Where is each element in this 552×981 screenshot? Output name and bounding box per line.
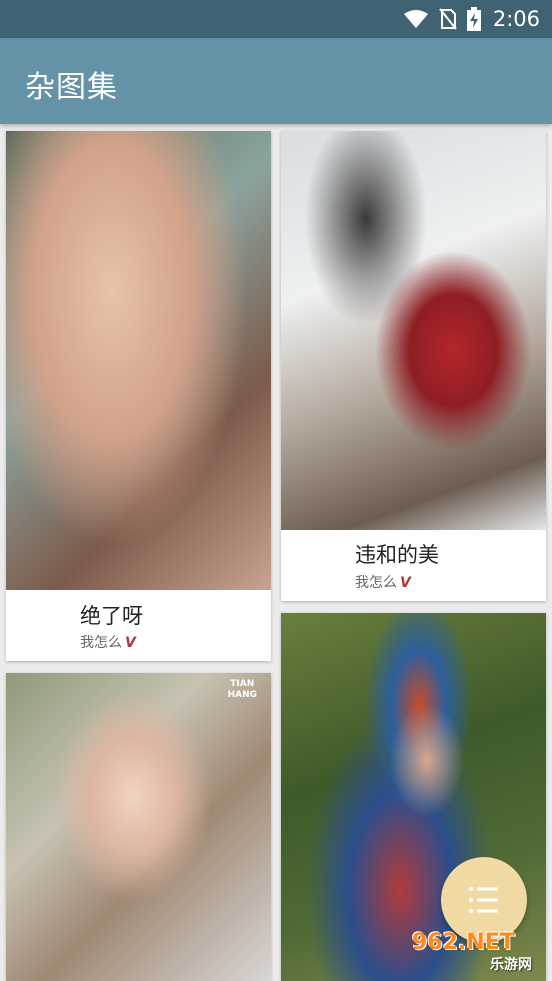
- app-bar: 杂图集: [0, 38, 552, 124]
- status-bar: 2:06: [0, 0, 552, 38]
- card-title: 绝了呀: [80, 604, 143, 628]
- card-author: 我怎么 V: [355, 572, 411, 592]
- page-title: 杂图集: [25, 70, 118, 105]
- feed-card[interactable]: TIAN HANG: [6, 673, 271, 981]
- card-photo[interactable]: TIAN HANG: [6, 673, 271, 981]
- wifi-icon: [403, 10, 428, 28]
- verified-icon: V: [400, 575, 411, 591]
- status-time: 2:06: [492, 7, 540, 31]
- status-icons: 2:06: [403, 6, 540, 32]
- card-author: 我怎么 V: [80, 632, 136, 652]
- site-logo-main: 962.NET: [412, 930, 515, 955]
- photo-watermark: TIAN HANG: [227, 679, 257, 700]
- site-logo-sub: 乐游网: [490, 957, 532, 973]
- card-title: 违和的美: [355, 543, 439, 567]
- verified-icon: V: [125, 635, 136, 651]
- card-author-name: 我怎么: [80, 635, 122, 651]
- no-sim-icon: [439, 8, 457, 30]
- card-photo[interactable]: [6, 131, 271, 590]
- card-author-name: 我怎么: [355, 575, 397, 591]
- list-icon: [468, 886, 498, 914]
- feed-card[interactable]: 违和的美 我怎么 V: [281, 131, 546, 601]
- battery-charging-icon: [466, 7, 481, 31]
- card-photo[interactable]: [281, 131, 546, 530]
- feed-card[interactable]: 绝了呀 我怎么 V: [6, 131, 271, 661]
- site-logo: 962.NET 乐游网: [412, 930, 548, 976]
